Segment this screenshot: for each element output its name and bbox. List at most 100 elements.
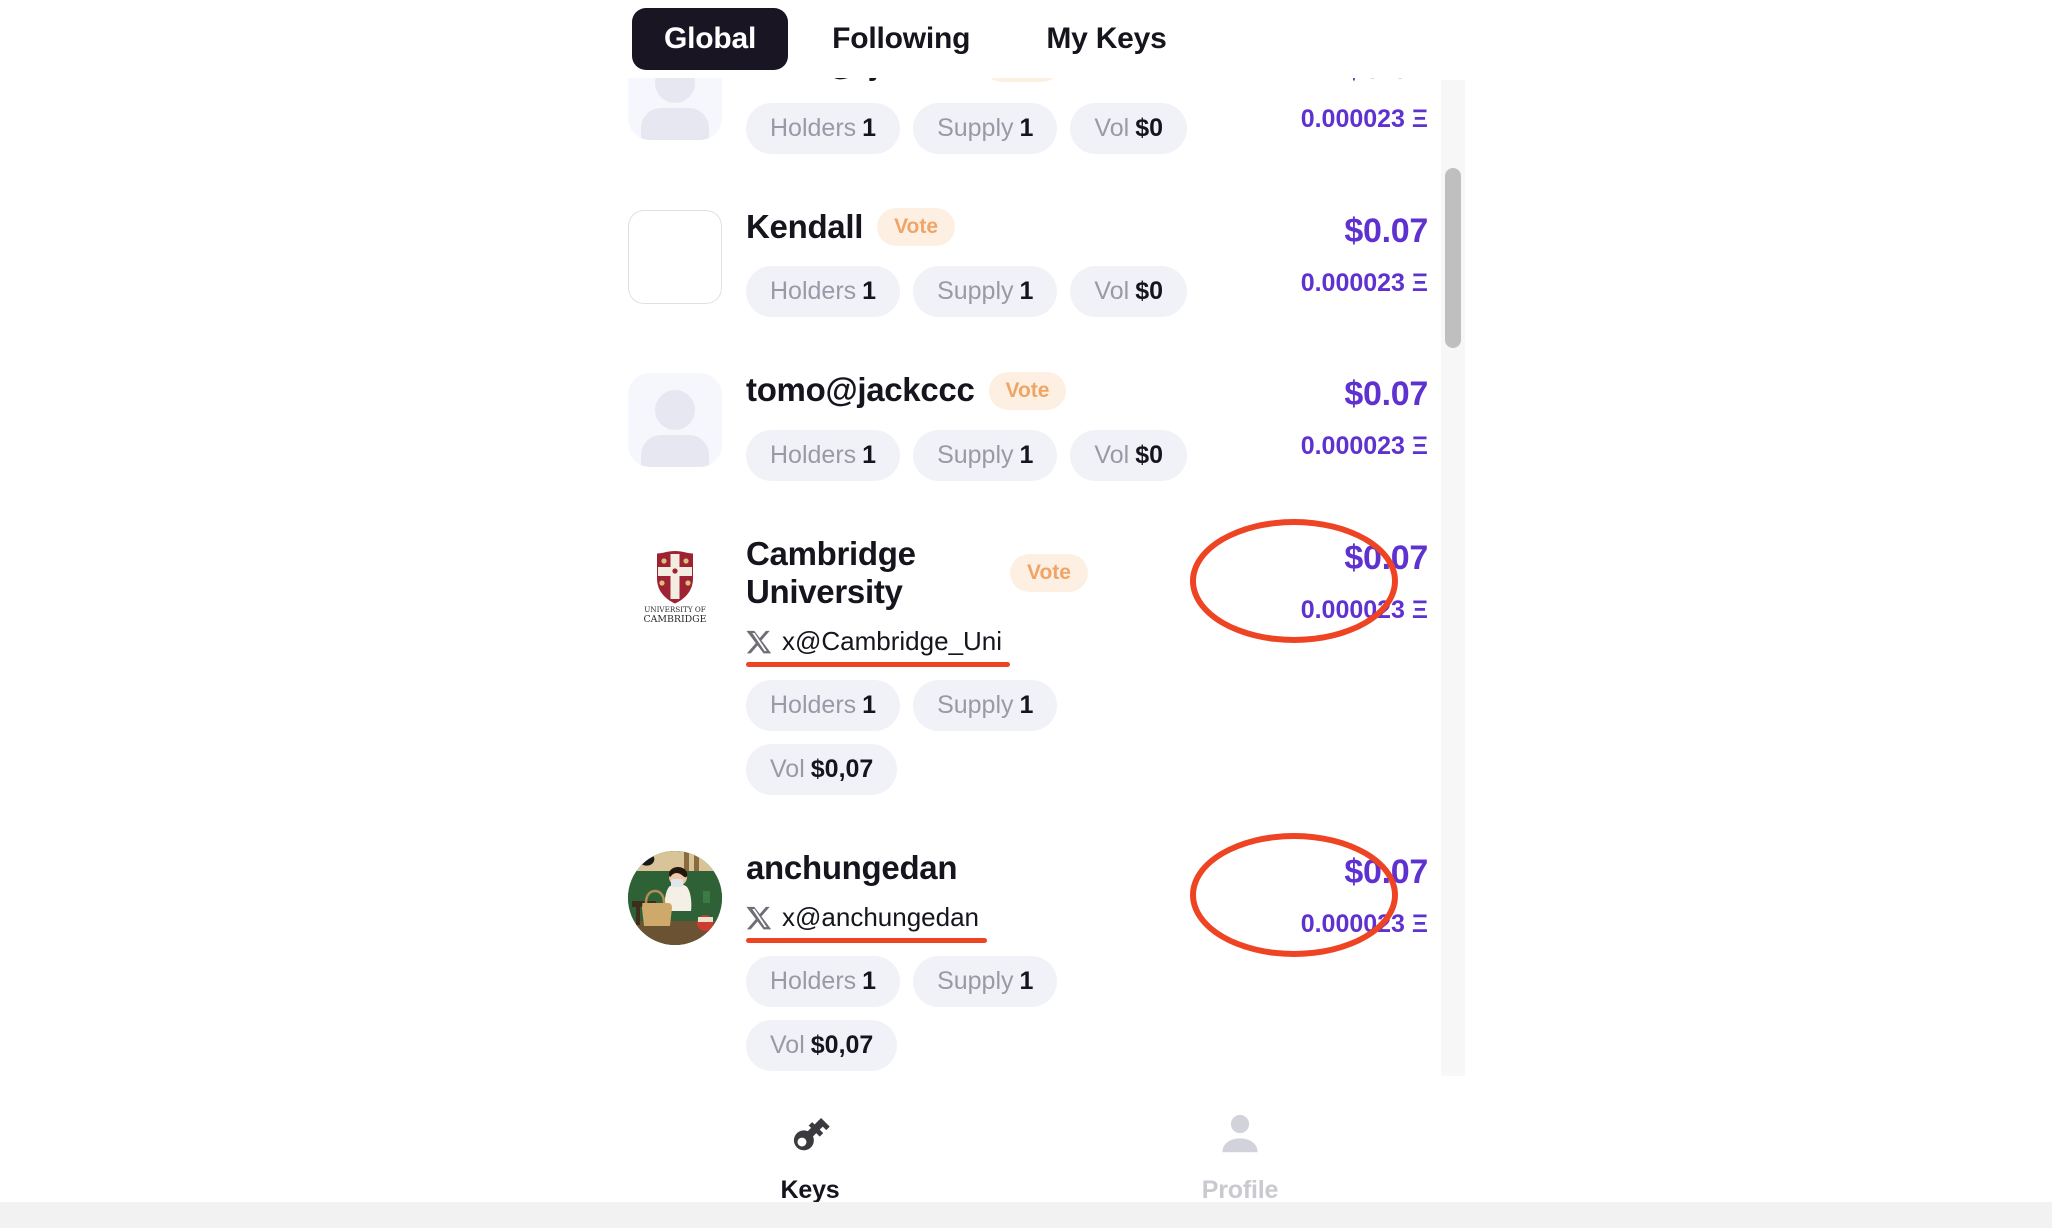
list-item-info: Cambridge University Vote x@Cambridge_Uni H… [746, 533, 1208, 796]
list-item-name: Kendall [746, 207, 864, 245]
list-item[interactable]: anchungedan x@anchungedan Holders 1 Supply 1 V… [628, 821, 1428, 1078]
stat-pill-value: 1 [862, 691, 877, 720]
price-usd: $0.07 [1208, 78, 1428, 87]
key-icon [784, 1106, 836, 1162]
list-item-info: tomo@jackccc Vote Holders 1 Supply 1 Vol $0 [746, 369, 1208, 481]
avatar-placeholder[interactable] [628, 78, 722, 140]
x-handle[interactable]: x@anchungedan [746, 901, 987, 943]
list-item-name: tomo@rjbarrel [746, 78, 969, 83]
top-tab-bar: Global Following My Keys [632, 8, 1199, 70]
stat-pill-group: Holders 1 Supply 1 Vol $0 [746, 266, 1208, 318]
list-item-name-line: tomo@rjbarrel Vote [746, 78, 1208, 83]
stat-pill-value: 1 [1019, 277, 1034, 306]
svg-text:CAMBRIDGE: CAMBRIDGE [643, 614, 706, 625]
list-item-info: tomo@rjbarrel Vote Holders1Supply1Vol$0 [746, 78, 1208, 154]
list-item-name-line: tomo@jackccc Vote [746, 371, 1208, 410]
x-handle[interactable]: x@Cambridge_Uni [746, 626, 1011, 668]
stat-pill: Holders 1 [746, 429, 901, 481]
list-item-name: anchungedan [746, 849, 958, 887]
price-usd: $0.07 [1344, 375, 1428, 414]
tab-my-keys[interactable]: My Keys [1014, 8, 1198, 70]
nav-label-keys: Keys [780, 1176, 840, 1204]
avatar-head [655, 78, 695, 103]
stat-pill: Vol $0 [1070, 429, 1187, 481]
avatar-body [641, 435, 709, 468]
stat-pill-value: 1 [1019, 113, 1034, 142]
price-usd: $0.07 [1344, 211, 1428, 250]
list-item[interactable]: tomo@jackccc Vote Holders 1 Supply 1 Vol $0 $0.0… [628, 343, 1428, 507]
list-item-name: Cambridge University [746, 534, 916, 611]
vote-badge[interactable]: Vote [877, 207, 956, 246]
annotation-underline [746, 662, 1011, 668]
list-item-name-line: Cambridge University Vote [746, 535, 1208, 612]
stat-pill-value: 1 [862, 966, 877, 995]
price-column: $0.07 0.000023 Ξ [1190, 833, 1428, 958]
stat-pill-value: $0,07 [810, 1030, 874, 1059]
avatar-blank[interactable] [628, 209, 722, 304]
stat-pill-group: Holders 1 Supply 1 Vol $0,07 [746, 955, 1208, 1071]
price-column: $0.07 0.000023 Ξ [1190, 518, 1428, 643]
stat-pill-value: $0,07 [810, 755, 874, 784]
tab-global[interactable]: Global [632, 8, 789, 70]
list-item[interactable]: tomo@rjbarrelVoteHolders1Supply1Vol$0$0.… [628, 78, 1428, 180]
stat-pill: Holders 1 [746, 680, 901, 732]
price-column: $0.07 0.000023 Ξ [1208, 369, 1429, 461]
avatar-head [655, 390, 695, 431]
vote-badge[interactable]: Vote [1010, 554, 1088, 593]
stat-pill: Supply 1 [913, 102, 1058, 154]
stat-pill: Supply 1 [913, 680, 1058, 732]
stat-pill-value: $0 [1135, 277, 1163, 306]
scrollbar-thumb[interactable] [1445, 168, 1461, 348]
stat-pill-value: 1 [862, 113, 877, 142]
x-handle-text: x@anchungedan [782, 901, 979, 932]
app-root: tomo@rjbarrelVoteHolders1Supply1Vol$0$0.… [0, 0, 2052, 1228]
price-eth: 0.000023 Ξ [1300, 105, 1428, 133]
stat-pill: Supply 1 [913, 266, 1058, 318]
list-item-name: tomo@jackccc [746, 371, 975, 409]
price-usd: $0.07 [1344, 853, 1428, 892]
stat-pill-group: Holders 1 Supply 1 Vol $0 [746, 102, 1208, 154]
price-column: $0.07 0.000023 Ξ [1208, 78, 1429, 134]
stat-pill: Supply 1 [913, 429, 1058, 481]
stat-pill-value: 1 [1019, 440, 1034, 469]
list-item-info: anchungedan x@anchungedan Holders 1 Supply 1 V… [746, 847, 1208, 1071]
stat-pill-value: 1 [1019, 966, 1034, 995]
stat-pill-value: 1 [1019, 691, 1034, 720]
stat-pill: Holders 1 [746, 266, 901, 318]
stat-pill-group: Holders 1 Supply 1 Vol $0 [746, 429, 1208, 481]
price-eth: 0.000023 Ξ [1300, 595, 1428, 624]
price-eth: 0.000023 Ξ [1300, 268, 1428, 297]
avatar-photo[interactable] [628, 851, 722, 946]
price-eth: 0.000023 Ξ [1300, 910, 1428, 939]
stat-pill: Holders 1 [746, 955, 901, 1007]
avatar-body [641, 108, 709, 140]
stat-pill: Vol $0,07 [746, 744, 898, 796]
stat-pill-group: Holders 1 Supply 1 Vol $0,07 [746, 680, 1208, 796]
stat-pill-value: $0 [1135, 440, 1163, 469]
stat-pill: Vol $0 [1070, 266, 1187, 318]
stat-pill-value: 1 [862, 277, 877, 306]
keys-list: tomo@rjbarrelVoteHolders1Supply1Vol$0$0.… [0, 78, 2052, 1078]
stat-pill: Supply 1 [913, 955, 1058, 1007]
avatar-cambridge-crest[interactable]: UNIVERSITY OF CAMBRIDGE [628, 536, 722, 631]
keys-list-scroll-area[interactable]: tomo@rjbarrelVoteHolders1Supply1Vol$0$0.… [0, 78, 2052, 1078]
stat-pill: Vol $0,07 [746, 1019, 898, 1071]
price-column: $0.07 0.000023 Ξ [1208, 206, 1429, 298]
tab-following[interactable]: Following [800, 8, 1002, 70]
home-indicator-bar [0, 1202, 2052, 1228]
stat-pill: Holders 1 [746, 102, 901, 154]
price-eth: 0.000023 Ξ [1300, 432, 1428, 461]
vote-badge[interactable]: Vote [982, 78, 1061, 83]
avatar-placeholder[interactable] [628, 373, 722, 468]
stat-pill: Vol $0 [1070, 102, 1187, 154]
list-item[interactable]: Kendall Vote Holders 1 Supply 1 Vol $0 $0.07 0.00… [628, 180, 1428, 344]
person-icon [1214, 1106, 1266, 1162]
stat-pill-value: 1 [862, 440, 877, 469]
svg-text:UNIVERSITY OF: UNIVERSITY OF [644, 605, 706, 614]
list-item-name-line: Kendall Vote [746, 208, 1208, 247]
nav-label-profile: Profile [1201, 1176, 1279, 1204]
annotation-underline [746, 937, 987, 943]
list-item-info: Kendall Vote Holders 1 Supply 1 Vol $0 [746, 206, 1208, 318]
list-item[interactable]: UNIVERSITY OF CAMBRIDGE Cambridge Universi… [628, 507, 1428, 821]
vote-badge[interactable]: Vote [988, 371, 1067, 410]
